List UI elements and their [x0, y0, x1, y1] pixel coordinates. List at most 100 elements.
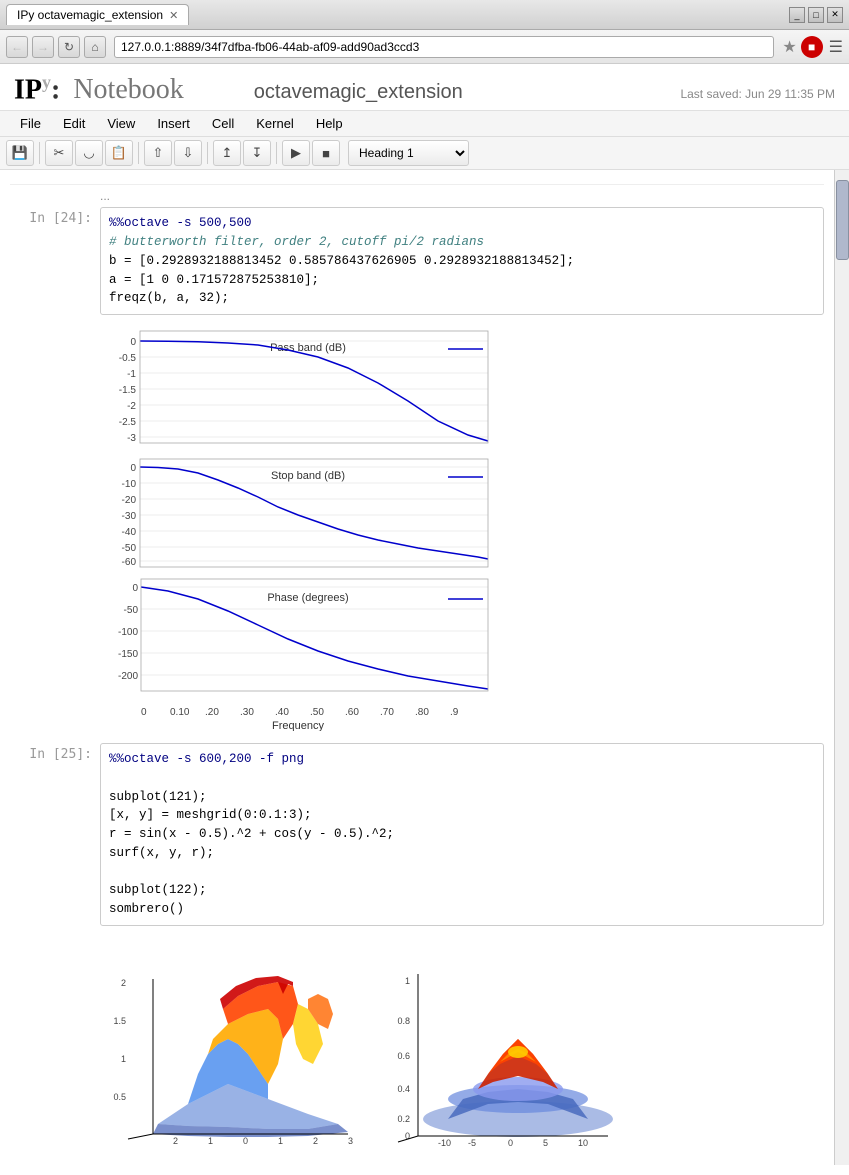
logo-y: y	[42, 72, 51, 92]
code-comment-24: # butterworth filter, order 2, cutoff pi…	[109, 235, 484, 249]
svg-text:1: 1	[121, 1054, 126, 1064]
passband-plot: 0 -0.5 -1 -1.5 -2 -2.5 -3 Pass	[108, 323, 498, 453]
svg-text:0.10: 0.10	[170, 707, 190, 718]
stop-button[interactable]: ■	[801, 36, 823, 58]
code-var-b: b = [0.2928932188813452 0.58578643762690…	[109, 254, 574, 268]
svg-text:-150: -150	[118, 649, 138, 660]
browser-titlebar: IPy octavemagic_extension ✕ _ □ ✕	[0, 0, 849, 30]
svg-text:-1.5: -1.5	[119, 385, 137, 396]
maximize-button[interactable]: □	[808, 7, 824, 23]
code-surf: surf(x, y, r);	[109, 846, 214, 860]
svg-text:-10: -10	[122, 479, 137, 490]
svg-text:-0.5: -0.5	[119, 353, 137, 364]
browser-menu-button[interactable]: ☰	[829, 37, 843, 57]
cell-25-code[interactable]: %%octave -s 600,200 -f png subplot(121);…	[100, 743, 824, 926]
back-button[interactable]: ←	[6, 36, 28, 58]
cell-25: In [25]: %%octave -s 600,200 -f png subp…	[10, 743, 824, 1165]
cell-type-select[interactable]: Heading 1 Code Markdown Raw NBConvert	[348, 140, 469, 166]
svg-text:-2: -2	[127, 401, 136, 412]
svg-text:-50: -50	[122, 543, 137, 554]
svg-text:-3: -3	[127, 433, 136, 444]
home-button[interactable]: ⌂	[84, 36, 106, 58]
notebook-toolbar: 💾 ✂ ◡ 📋 ⇧ ⇩ ↥ ↧ ▶ ■ Heading 1 Code Markd…	[0, 137, 849, 170]
svg-text:0: 0	[130, 337, 136, 348]
sombrero-plot: 1 0.8 0.6 0.4 0.2 0	[388, 944, 628, 1154]
svg-text:0: 0	[130, 463, 136, 474]
insert-below-button[interactable]: ↧	[243, 140, 271, 166]
cell-24-code[interactable]: %%octave -s 500,500 # butterworth filter…	[100, 207, 824, 315]
code-r: r = sin(x - 0.5).^2 + cos(y - 0.5).^2;	[109, 827, 394, 841]
svg-text:-30: -30	[122, 511, 137, 522]
code-var-a: a = [1 0 0.171572875253810];	[109, 273, 319, 287]
code-magic-25: %%octave -s 600,200 -f png	[109, 752, 304, 766]
3d-plots-container: 2 1.5 1 0.5	[108, 934, 824, 1164]
address-bar[interactable]	[114, 36, 774, 58]
heading-truncated: ...	[10, 184, 824, 203]
interrupt-button[interactable]: ■	[312, 140, 340, 166]
cell-25-output: 2 1.5 1 0.5	[100, 926, 824, 1166]
svg-text:-20: -20	[122, 495, 137, 506]
code-freqz: freqz(b, a, 32);	[109, 291, 229, 305]
insert-above-button[interactable]: ↥	[213, 140, 241, 166]
copy-button[interactable]: ◡	[75, 140, 103, 166]
notebook-scrollbar[interactable]	[834, 170, 849, 1165]
svg-text:0.8: 0.8	[397, 1016, 410, 1026]
svg-text:3: 3	[348, 1136, 353, 1146]
close-button[interactable]: ✕	[827, 7, 843, 23]
move-down-button[interactable]: ⇩	[174, 140, 202, 166]
logo-notebook: Notebook	[66, 74, 183, 105]
code-xy: [x, y] = meshgrid(0:0.1:3);	[109, 808, 312, 822]
svg-text:.50: .50	[310, 707, 324, 718]
toolbar-separator-2	[138, 142, 139, 164]
notebook-cells[interactable]: ... In [24]: %%octave -s 500,500 # butte…	[0, 170, 834, 1165]
svg-text:-50: -50	[124, 605, 139, 616]
svg-text:-10: -10	[438, 1138, 451, 1148]
logo-ip: IP	[14, 74, 42, 105]
svg-text:-200: -200	[118, 671, 138, 682]
scrollbar-thumb[interactable]	[836, 180, 849, 260]
browser-toolbar: ← → ↻ ⌂ ★ ■ ☰	[0, 30, 849, 64]
menu-cell[interactable]: Cell	[202, 113, 244, 134]
svg-text:.30: .30	[240, 707, 254, 718]
frequency-axis: 0 0.10 .20 .30 .40 .50 .60 .70 .80 .9 Fr…	[108, 703, 498, 731]
move-up-button[interactable]: ⇧	[144, 140, 172, 166]
tab-close-button[interactable]: ✕	[169, 9, 178, 22]
forward-button[interactable]: →	[32, 36, 54, 58]
logo-colon: :	[51, 74, 60, 105]
svg-text:0.4: 0.4	[397, 1084, 410, 1094]
browser-tab[interactable]: IPy octavemagic_extension ✕	[6, 4, 189, 25]
menu-view[interactable]: View	[97, 113, 145, 134]
run-button[interactable]: ▶	[282, 140, 310, 166]
svg-text:.80: .80	[415, 707, 429, 718]
menu-file[interactable]: File	[10, 113, 51, 134]
reload-button[interactable]: ↻	[58, 36, 80, 58]
svg-text:5: 5	[543, 1138, 548, 1148]
svg-text:-1: -1	[127, 369, 136, 380]
svg-text:0: 0	[132, 583, 138, 594]
cell-24: In [24]: %%octave -s 500,500 # butterwor…	[10, 207, 824, 739]
save-button[interactable]: 💾	[6, 140, 34, 166]
svg-text:-60: -60	[122, 557, 137, 568]
svg-text:.9: .9	[450, 707, 459, 718]
svg-text:0: 0	[243, 1136, 248, 1146]
svg-text:-5: -5	[468, 1138, 476, 1148]
phase-plot: 0 -50 -100 -150 -200 Phase (degrees)	[108, 573, 498, 703]
svg-text:0.2: 0.2	[397, 1114, 410, 1124]
menu-edit[interactable]: Edit	[53, 113, 95, 134]
passband-title: Pass band (dB)	[270, 342, 346, 354]
svg-text:.40: .40	[275, 707, 289, 718]
cut-button[interactable]: ✂	[45, 140, 73, 166]
minimize-button[interactable]: _	[789, 7, 805, 23]
stopband-plot: 0 -10 -20 -30 -40 -50 -60 Stop band (dB)	[108, 453, 498, 573]
svg-text:.20: .20	[205, 707, 219, 718]
cell-25-input: In [25]: %%octave -s 600,200 -f png subp…	[10, 743, 824, 926]
menu-kernel[interactable]: Kernel	[246, 113, 304, 134]
surf-plot: 2 1.5 1 0.5	[108, 944, 378, 1154]
svg-text:0.6: 0.6	[397, 1051, 410, 1061]
paste-button[interactable]: 📋	[105, 140, 133, 166]
svg-text:2: 2	[313, 1136, 318, 1146]
code-sombrero: sombrero()	[109, 902, 184, 916]
menu-insert[interactable]: Insert	[147, 113, 200, 134]
bookmark-button[interactable]: ★	[782, 37, 796, 57]
menu-help[interactable]: Help	[306, 113, 353, 134]
